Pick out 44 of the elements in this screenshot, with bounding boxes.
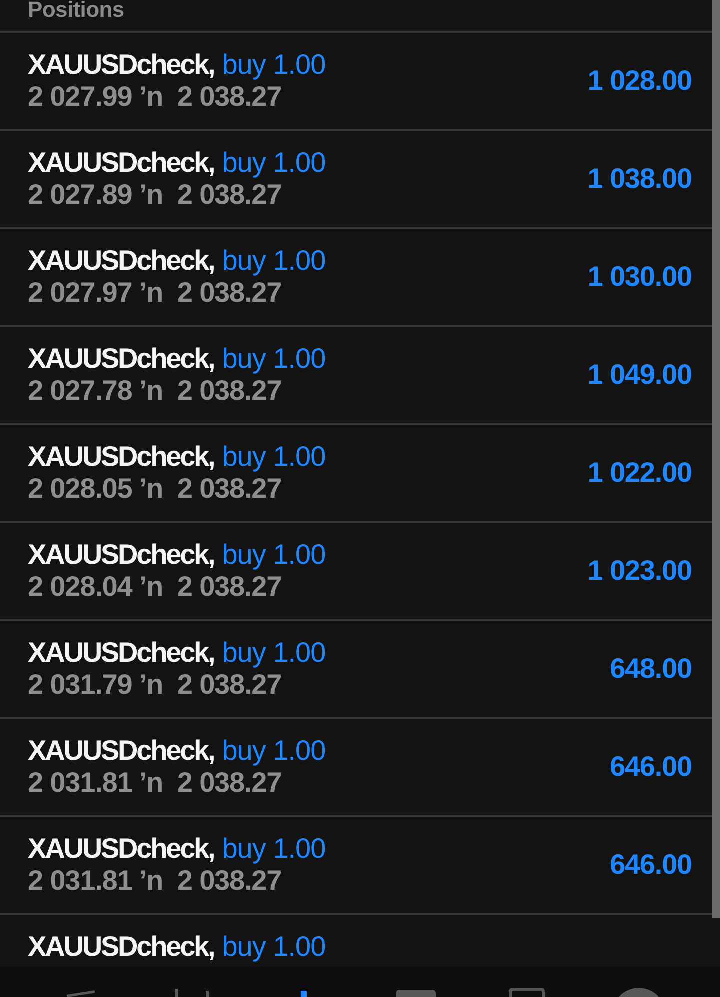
symbol-text: XAUUSDcheck,	[28, 637, 214, 669]
order-text: buy 1.00	[222, 735, 326, 767]
order-text: buy 1.00	[222, 245, 326, 277]
line-icon[interactable]	[66, 988, 95, 997]
symbol-text: XAUUSDcheck,	[28, 931, 214, 963]
price-text: 2 031.79 ’n 2 038.27	[28, 669, 282, 701]
symbol-text: XAUUSDcheck,	[28, 49, 214, 81]
symbol-text: XAUUSDcheck,	[28, 343, 214, 375]
order-text: buy 1.00	[222, 931, 326, 963]
profit-value: 1 049.00	[588, 359, 692, 391]
profit-value: 1 028.00	[588, 65, 692, 97]
order-text: buy 1.00	[222, 441, 326, 473]
price-text: 2 028.05 ’n 2 038.27	[28, 473, 282, 505]
order-text: buy 1.00	[222, 637, 326, 669]
price-text: 2 028.04 ’n 2 038.27	[28, 571, 282, 603]
profit-value: 646.00	[610, 751, 692, 783]
symbol-text: XAUUSDcheck,	[28, 245, 214, 277]
profit-value: 646.00	[610, 849, 692, 881]
order-text: buy 1.00	[222, 343, 326, 375]
frame-icon[interactable]	[509, 988, 546, 997]
section-title: Positions	[28, 0, 124, 20]
symbol-text: XAUUSDcheck,	[28, 833, 214, 865]
order-text: buy 1.00	[222, 539, 326, 571]
order-text: buy 1.00	[222, 833, 326, 865]
price-text: 2 027.99 ’n 2 038.27	[28, 81, 282, 113]
symbol-text: XAUUSDcheck,	[28, 441, 214, 473]
tab-shape-icon[interactable]	[396, 988, 436, 997]
bar-icon[interactable]	[301, 988, 308, 997]
symbol-text: XAUUSDcheck,	[28, 539, 214, 571]
bars-icon[interactable]	[175, 988, 210, 997]
symbol-text: XAUUSDcheck,	[28, 735, 214, 767]
profit-value: 1 022.00	[588, 457, 692, 489]
price-text: 2 031.81 ’n 2 038.27	[28, 767, 282, 799]
price-text: 2 027.89 ’n 2 038.27	[28, 179, 282, 211]
profit-value: 1 038.00	[588, 163, 692, 195]
order-text: buy 1.00	[222, 49, 326, 81]
price-text: 2 031.81 ’n 2 038.27	[28, 865, 282, 897]
price-text: 2 027.97 ’n 2 038.27	[28, 277, 282, 309]
profit-value: 1 023.00	[588, 555, 692, 587]
price-text: 2 027.78 ’n 2 038.27	[28, 375, 282, 407]
profit-value: 1 030.00	[588, 261, 692, 293]
profit-value: 648.00	[610, 653, 692, 685]
symbol-text: XAUUSDcheck,	[28, 147, 214, 179]
order-text: buy 1.00	[222, 147, 326, 179]
